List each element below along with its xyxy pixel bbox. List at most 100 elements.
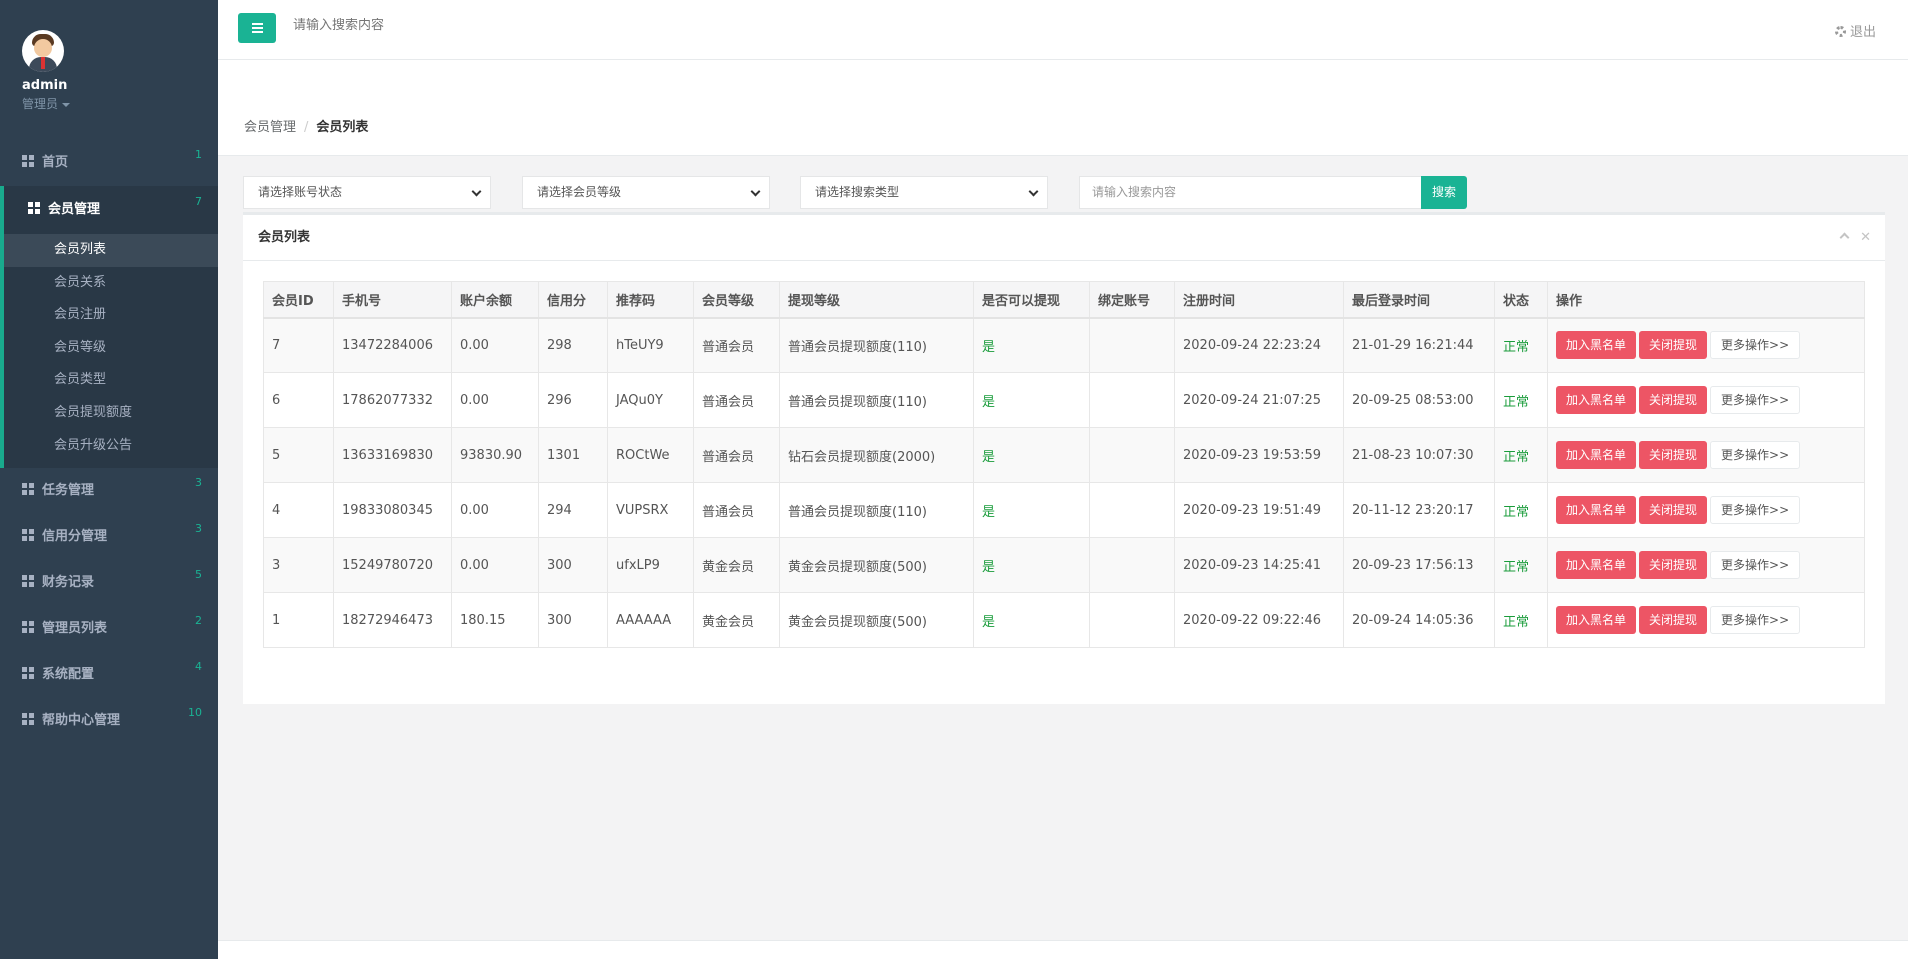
close-withdraw-button[interactable]: 关闭提现 [1639,386,1708,414]
blacklist-button[interactable]: 加入黑名单 [1556,496,1637,524]
breadcrumb-parent[interactable]: 会员管理 [244,120,296,135]
grid-icon [22,483,34,496]
cell-id: 4 [263,482,334,538]
sidebar-sub-member-list[interactable]: 会员列表 [4,234,218,267]
more-actions-button[interactable]: 更多操作>> [1710,551,1801,579]
th-id[interactable]: 会员ID [263,281,334,319]
search-type-select[interactable]: 请选择搜索类型 [800,176,1048,209]
account-status-select[interactable]: 请选择账号状态 [243,176,491,209]
sidebar-item-member[interactable]: 会员管理 7 [4,186,218,234]
cell-phone: 19833080345 [333,482,452,538]
member-list-panel: 会员列表 ✕ 会员ID 手机号 账户余额 信用分 推荐码 会员等级 提现等级 是… [243,212,1885,704]
close-withdraw-button[interactable]: 关闭提现 [1639,441,1708,469]
th-balance[interactable]: 账户余额 [451,281,539,319]
cell-credit: 300 [538,592,608,648]
th-referral[interactable]: 推荐码 [607,281,694,319]
cell-actions: 加入黑名单 关闭提现 更多操作>> [1547,372,1865,428]
cell-can-withdraw: 是 [973,372,1090,428]
cell-last-login: 20-11-12 23:20:17 [1343,482,1495,538]
cell-register-time: 2020-09-23 19:51:49 [1174,482,1344,538]
cell-level: 普通会员 [693,427,780,483]
sidebar-sub-withdraw-limit[interactable]: 会员提现额度 [4,397,218,430]
more-actions-button[interactable]: 更多操作>> [1710,606,1801,634]
select-value: 请选择账号状态 [258,185,343,199]
sidebar-sub-member-level[interactable]: 会员等级 [4,332,218,365]
cell-id: 3 [263,537,334,593]
grid-icon [22,621,34,634]
th-withdraw-level[interactable]: 提现等级 [779,281,974,319]
cell-last-login: 20-09-24 14:05:36 [1343,592,1495,648]
th-status[interactable]: 状态 [1494,281,1548,319]
logout-button[interactable]: 退出 [1834,21,1876,40]
cell-bound-account [1089,427,1175,483]
topbar: 退出 [218,0,1908,60]
cell-withdraw-level: 黄金会员提现额度(500) [779,537,974,593]
th-can-withdraw[interactable]: 是否可以提现 [973,281,1090,319]
breadcrumb: 会员管理 / 会员列表 [244,116,368,135]
sidebar-item-finance[interactable]: 财务记录 5 [0,560,218,606]
th-last-login[interactable]: 最后登录时间 [1343,281,1495,319]
collapse-icon[interactable] [1839,232,1850,243]
th-level[interactable]: 会员等级 [693,281,780,319]
sidebar-item-home[interactable]: 首页 1 [0,140,218,186]
sidebar-item-label: 财务记录 [42,575,95,591]
more-actions-button[interactable]: 更多操作>> [1710,441,1801,469]
cell-id: 5 [263,427,334,483]
nav-badge: 10 [188,706,202,720]
member-level-select[interactable]: 请选择会员等级 [522,176,770,209]
cell-status: 正常 [1494,427,1548,483]
sidebar-item-help[interactable]: 帮助中心管理 10 [0,698,218,744]
search-input[interactable]: 请输入搜索内容 [1079,176,1422,209]
cell-register-time: 2020-09-22 09:22:46 [1174,592,1344,648]
th-credit[interactable]: 信用分 [538,281,608,319]
breadcrumb-current: 会员列表 [316,120,369,135]
cell-register-time: 2020-09-24 22:23:24 [1174,317,1344,373]
more-actions-button[interactable]: 更多操作>> [1710,496,1801,524]
top-search-input[interactable] [293,18,593,33]
th-register-time[interactable]: 注册时间 [1174,281,1344,319]
menu-toggle-button[interactable] [238,13,276,43]
sidebar-sub-member-relations[interactable]: 会员关系 [4,267,218,300]
sidebar-item-admins[interactable]: 管理员列表 2 [0,606,218,652]
blacklist-button[interactable]: 加入黑名单 [1556,606,1637,634]
cell-status: 正常 [1494,537,1548,593]
cell-can-withdraw: 是 [973,482,1090,538]
close-withdraw-button[interactable]: 关闭提现 [1639,606,1708,634]
sidebar-item-config[interactable]: 系统配置 4 [0,652,218,698]
close-icon[interactable]: ✕ [1860,230,1871,245]
cell-credit: 298 [538,317,608,373]
chevron-down-icon [471,186,482,197]
table-row: 3 15249780720 0.00 300 ufxLP9 黄金会员 黄金会员提现额度(50… [263,537,1865,593]
blacklist-button[interactable]: 加入黑名单 [1556,551,1637,579]
search-button[interactable]: 搜索 [1421,176,1467,209]
cell-level: 普通会员 [693,317,780,373]
sidebar-sub-member-type[interactable]: 会员类型 [4,364,218,397]
cell-withdraw-level: 黄金会员提现额度(500) [779,592,974,648]
cell-register-time: 2020-09-23 19:53:59 [1174,427,1344,483]
more-actions-button[interactable]: 更多操作>> [1710,386,1801,414]
close-withdraw-button[interactable]: 关闭提现 [1639,496,1708,524]
profile-role-dropdown[interactable]: 管理员 [22,95,218,112]
th-bound-account[interactable]: 绑定账号 [1089,281,1175,319]
cell-phone: 15249780720 [333,537,452,593]
cell-actions: 加入黑名单 关闭提现 更多操作>> [1547,427,1865,483]
sidebar-item-credit[interactable]: 信用分管理 3 [0,514,218,560]
close-withdraw-button[interactable]: 关闭提现 [1639,331,1708,360]
blacklist-button[interactable]: 加入黑名单 [1556,331,1637,360]
sidebar-item-label: 首页 [42,155,69,170]
cell-status: 正常 [1494,592,1548,648]
sidebar-item-task[interactable]: 任务管理 3 [0,468,218,514]
sidebar-sub-upgrade-notice[interactable]: 会员升级公告 [4,430,218,463]
grid-icon [22,529,34,542]
cell-withdraw-level: 普通会员提现额度(110) [779,482,974,538]
footer [218,940,1908,959]
th-phone[interactable]: 手机号 [333,281,452,319]
grid-icon [28,202,40,214]
blacklist-button[interactable]: 加入黑名单 [1556,441,1637,469]
blacklist-button[interactable]: 加入黑名单 [1556,386,1637,414]
sidebar-sub-member-register[interactable]: 会员注册 [4,299,218,332]
more-actions-button[interactable]: 更多操作>> [1710,331,1801,360]
avatar[interactable] [22,30,64,72]
close-withdraw-button[interactable]: 关闭提现 [1639,551,1708,579]
cell-balance: 93830.90 [451,427,539,483]
